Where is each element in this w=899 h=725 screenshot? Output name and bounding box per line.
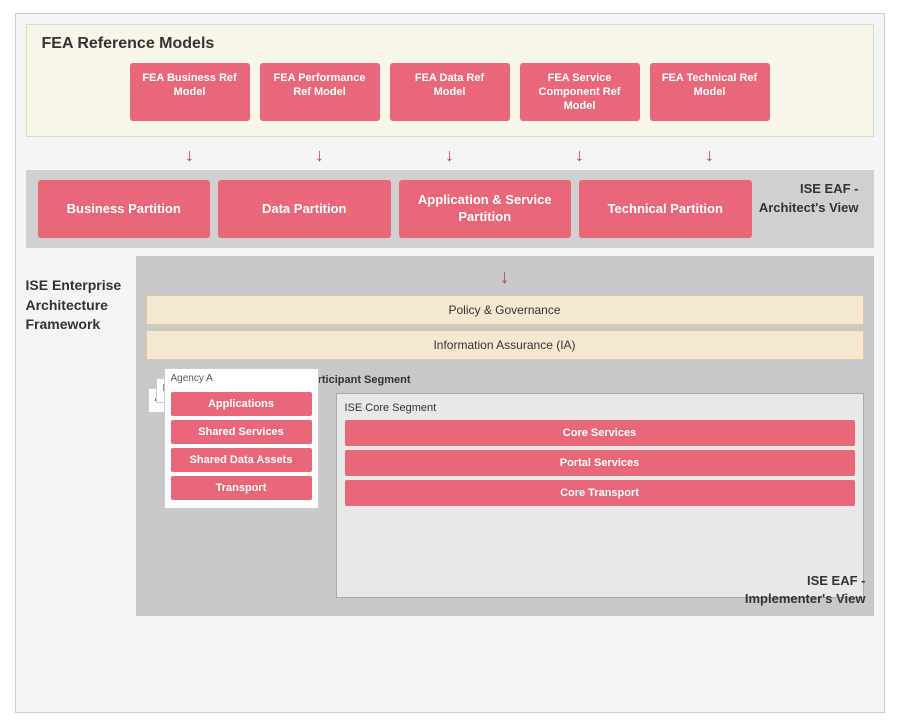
fea-box-technical: FEA Technical Ref Model xyxy=(650,63,770,122)
implementer-view-label: ISE EAF -Implementer's View xyxy=(745,572,866,608)
fea-boxes: FEA Business Ref Model FEA Performance R… xyxy=(42,63,858,122)
fea-title: FEA Reference Models xyxy=(42,35,858,53)
fea-arrows-row: ↓ ↓ ↓ ↓ ↓ xyxy=(26,145,874,166)
transport-box: Transport xyxy=(171,476,312,500)
policy-governance-box: Policy & Governance xyxy=(146,295,864,325)
center-arrow: ↓ xyxy=(146,266,864,289)
shared-data-assets-box: Shared Data Assets xyxy=(171,448,312,472)
partition-section: Business Partition Data Partition Applic… xyxy=(26,170,874,248)
fea-box-service: FEA Service Component Ref Model xyxy=(520,63,640,122)
card-stack: Agency/Center ... Fusion Center X Agency… xyxy=(146,368,321,598)
card-agency-a: Agency A Applications Shared Services Sh… xyxy=(164,368,319,509)
data-partition: Data Partition xyxy=(218,180,391,238)
card-inner: Applications Shared Services Shared Data… xyxy=(171,388,312,500)
portal-services-box: Portal Services xyxy=(345,450,855,476)
ise-core-title: ISE Core Segment xyxy=(345,402,855,414)
arrow-performance: ↓ xyxy=(260,145,380,166)
bottom-area: ISE Enterprise Architecture Framework ↓ … xyxy=(26,256,874,616)
app-service-partition: Application & Service Partition xyxy=(399,180,572,238)
ise-framework-label: ISE Enterprise Architecture Framework xyxy=(26,256,136,616)
ise-core-segment: ISE Core Segment Core Services Portal Se… xyxy=(336,393,864,598)
shared-services-box: Shared Services xyxy=(171,420,312,444)
ise-framework-content: ↓ Policy & Governance Information Assura… xyxy=(136,256,874,616)
fea-section: FEA Reference Models FEA Business Ref Mo… xyxy=(26,24,874,138)
business-partition: Business Partition xyxy=(38,180,211,238)
main-container: FEA Reference Models FEA Business Ref Mo… xyxy=(15,13,885,713)
stacked-cards: Agency/Center ... Fusion Center X Agency… xyxy=(146,368,321,598)
information-assurance-box: Information Assurance (IA) xyxy=(146,330,864,360)
technical-partition: Technical Partition xyxy=(579,180,752,238)
core-services-box: Core Services xyxy=(345,420,855,446)
participant-area: Agency/Center ... Fusion Center X Agency… xyxy=(146,368,864,598)
architect-view-label: ISE EAF -Architect's View xyxy=(759,180,859,216)
applications-box: Applications xyxy=(171,392,312,416)
fea-box-data: FEA Data Ref Model xyxy=(390,63,510,122)
arrow-data: ↓ xyxy=(390,145,510,166)
arrow-technical: ↓ xyxy=(650,145,770,166)
arrow-business: ↓ xyxy=(130,145,250,166)
fea-box-performance: FEA Performance Ref Model xyxy=(260,63,380,122)
fea-box-business: FEA Business Ref Model xyxy=(130,63,250,122)
core-transport-box: Core Transport xyxy=(345,480,855,506)
arrow-service: ↓ xyxy=(520,145,640,166)
